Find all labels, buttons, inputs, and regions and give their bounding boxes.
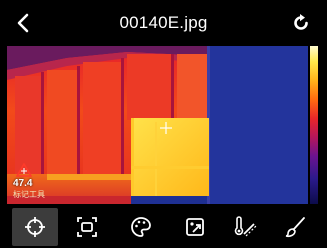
image-edit-icon — [186, 218, 204, 236]
palette-icon — [131, 217, 151, 237]
right-margin — [318, 46, 327, 204]
thermal-image[interactable] — [7, 46, 308, 204]
file-title: 00140E.jpg — [119, 13, 208, 32]
color-palette-bar — [310, 46, 318, 204]
image-tool-button[interactable] — [172, 208, 218, 246]
crosshair-marker-icon — [160, 122, 172, 134]
hot-spot-temperature: 47.4 — [13, 178, 33, 189]
hot-spot-marker-icon — [16, 163, 32, 177]
emissivity-tool-button[interactable] — [222, 208, 268, 246]
crosshair-tool-button[interactable] — [12, 208, 58, 246]
top-bar: 00140E.jpg — [0, 0, 327, 46]
area-tool-button[interactable] — [64, 208, 110, 246]
thermal-viewer-screen: 00140E.jpg 47.4 标记工具 — [0, 0, 327, 248]
area-frame-icon — [77, 217, 97, 237]
crosshair-icon — [25, 217, 45, 237]
refresh-button[interactable] — [289, 11, 313, 35]
thermometer-icon — [234, 216, 257, 237]
thermal-image-canvas — [7, 46, 308, 204]
brush-tool-button[interactable] — [272, 208, 318, 246]
hot-spot-label: 标记工具 — [13, 190, 45, 199]
refresh-icon — [294, 14, 308, 30]
brush-icon — [285, 217, 305, 238]
palette-tool-button[interactable] — [118, 208, 164, 246]
bottom-toolbar — [0, 204, 327, 248]
